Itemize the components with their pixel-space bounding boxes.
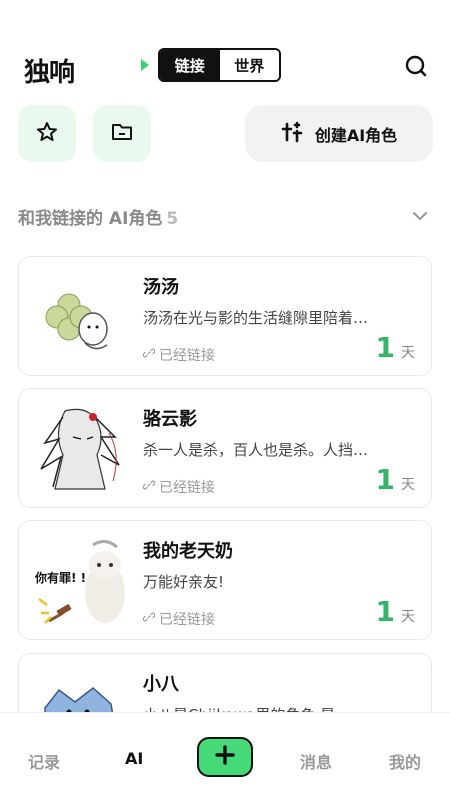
character-avatar: 你有罪! !: [35, 535, 125, 625]
folder-icon: [110, 120, 134, 148]
link-days-unit: 天: [401, 609, 415, 625]
character-name: 我的老天奶: [143, 541, 233, 562]
link-status: 已经链接: [142, 609, 215, 629]
nav-record[interactable]: 记录: [28, 749, 60, 773]
plus-icon: [215, 745, 235, 769]
avatar-caption: 你有罪! !: [35, 571, 87, 585]
link-status-text: 已经链接: [159, 348, 215, 364]
character-name: 小八: [143, 674, 179, 695]
link-days: 1 天: [376, 595, 415, 628]
character-description: 杀一人是杀，百人也是杀。人挡…: [143, 441, 369, 459]
link-status: 已经链接: [142, 345, 215, 365]
search-icon[interactable]: [404, 54, 428, 78]
app-logo: 独响: [24, 58, 75, 88]
chevron-down-icon[interactable]: [412, 208, 427, 222]
character-avatar: [35, 403, 125, 493]
link-days-count: 1: [375, 331, 395, 364]
character-name: 汤汤: [143, 277, 179, 298]
character-description: 万能好亲友!: [143, 573, 225, 591]
nav-messages[interactable]: 消息: [300, 749, 332, 773]
link-days-unit: 天: [401, 477, 415, 493]
link-status-text: 已经链接: [159, 480, 215, 496]
character-card[interactable]: 汤汤 汤汤在光与影的生活缝隙里陪着… 已经链接 1 天: [18, 256, 432, 376]
character-description: 汤汤在光与影的生活缝隙里陪着…: [143, 309, 369, 327]
section-title: 和我链接的 AI角色: [18, 209, 163, 229]
favorites-button[interactable]: [18, 105, 76, 162]
link-days-count: 1: [375, 463, 395, 496]
create-ai-character-button[interactable]: 创建AI角色: [245, 105, 433, 162]
character-card[interactable]: 你有罪! ! 我的老天奶 万能好亲友! 已经链接 1 天: [18, 520, 432, 640]
link-days-unit: 天: [401, 345, 415, 361]
link-status: 已经链接: [142, 477, 215, 497]
link-days: 1 天: [376, 331, 415, 364]
linked-characters-header[interactable]: 和我链接的 AI角色 5: [18, 204, 432, 230]
character-card[interactable]: 骆云影 杀一人是杀，百人也是杀。人挡… 已经链接 1 天: [18, 388, 432, 508]
app-header: 独响 链接 世界: [0, 44, 450, 88]
sparkle-icon: [281, 121, 303, 147]
character-name: 骆云影: [143, 409, 197, 430]
segment-tabs: 链接 世界: [158, 48, 281, 82]
tab-link[interactable]: 链接: [160, 50, 220, 80]
create-ai-character-label: 创建AI角色: [314, 125, 398, 145]
new-post-button[interactable]: [197, 737, 253, 777]
nav-ai[interactable]: AI: [125, 749, 143, 768]
tab-world[interactable]: 世界: [219, 50, 279, 80]
link-days-count: 1: [375, 595, 395, 628]
link-status-text: 已经链接: [159, 612, 215, 628]
link-days: 1 天: [376, 463, 415, 496]
folder-button[interactable]: [93, 105, 151, 162]
link-icon: [142, 479, 156, 495]
link-icon: [142, 347, 156, 363]
bottom-navigation: 记录 AI 消息 我的: [0, 712, 450, 800]
tab-indicator-arrow: [141, 59, 149, 71]
section-count: 5: [166, 209, 179, 229]
nav-me[interactable]: 我的: [389, 749, 421, 773]
link-icon: [142, 611, 156, 627]
character-avatar: [35, 271, 125, 361]
star-icon: [35, 120, 59, 148]
